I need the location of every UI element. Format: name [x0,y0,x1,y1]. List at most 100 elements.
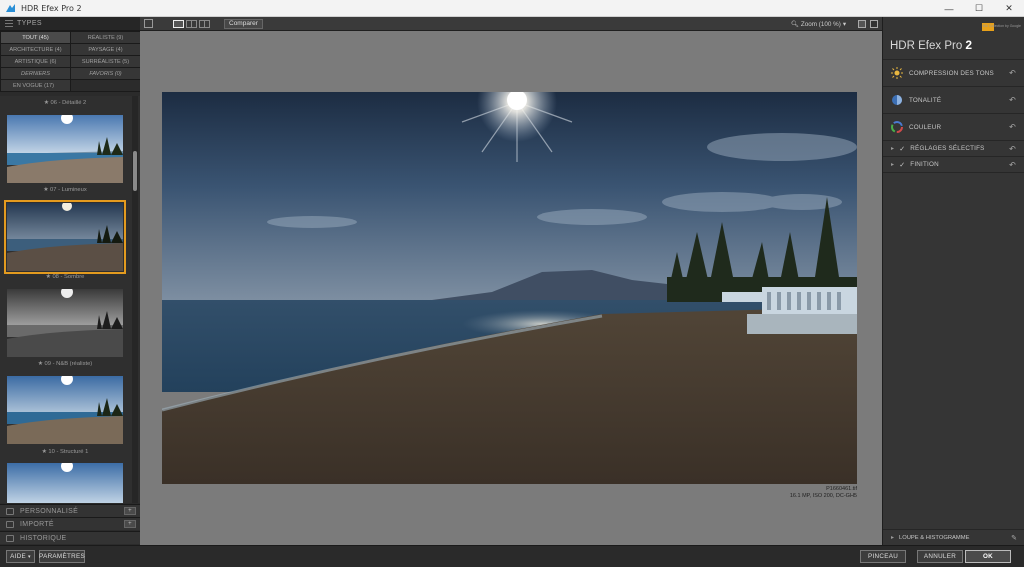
finishing-label: FINITION [910,161,939,168]
help-button[interactable]: AIDE ▾ [6,550,35,563]
app-icon [6,3,15,12]
reset-icon[interactable]: ↶ [1009,160,1016,169]
maximize-button[interactable]: ☐ [964,0,994,17]
preset-thumbnail[interactable] [7,463,123,503]
compare-button[interactable]: Comparer [224,18,263,29]
single-view-icon[interactable] [173,19,184,28]
photo-filename: P1660461.tif [826,486,857,492]
panel-toggle-icon[interactable] [870,20,878,28]
google-credit: Nik Collection by Google [982,24,1021,28]
side-by-side-view-icon[interactable] [199,19,210,28]
finishing-section[interactable]: ▸ ✓ FINITION ↶ [883,157,1024,173]
tone-compression-label: COMPRESSION DES TONS [909,69,994,77]
section-custom-label: PERSONNALISÉ [20,507,79,515]
beach-photo-image [162,92,857,484]
thumbnail-scrollbar[interactable] [132,96,138,503]
custom-icon [6,507,14,515]
category-recent[interactable]: DERNIERS [1,68,70,79]
product-title: HDR Efex Pro 2 [890,38,972,52]
history-icon [6,534,14,542]
color-section[interactable]: COULEUR ↶ [883,114,1024,141]
zoom-dropdown[interactable]: 🔍︎ Zoom (100 %) ▾ [788,19,849,29]
adjustments-panel: Nik Collection by Google HDR Efex Pro 2 … [882,17,1024,545]
add-custom-button[interactable]: + [124,507,136,515]
section-custom[interactable]: PERSONNALISÉ + [0,504,140,517]
preset-thumbnail[interactable] [7,289,123,357]
category-all[interactable]: TOUT (45) [1,32,70,43]
product-version: 2 [965,38,973,52]
check-icon[interactable]: ✓ [899,161,905,169]
zoom-icon: 🔍︎ [790,21,799,28]
chevron-right-icon[interactable]: ▸ [891,534,894,541]
presets-panel: TYPES TOUT (45) RÉALISTE (9) ARCHITECTUR… [0,17,140,545]
reset-icon[interactable]: ↶ [1009,144,1016,153]
category-grid: TOUT (45) RÉALISTE (9) ARCHITECTURE (4) … [0,31,140,92]
tonality-section[interactable]: TONALITÉ ↶ [883,87,1024,114]
preset-thumbnail-selected[interactable] [4,200,126,274]
section-history[interactable]: HISTORIQUE [0,531,140,544]
tone-compression-section[interactable]: COMPRESSION DES TONS ↶ [883,60,1024,87]
chevron-right-icon[interactable]: ▸ [891,145,894,152]
reset-icon[interactable]: ↶ [1009,96,1016,105]
category-favorites[interactable]: FAVORIS (0) [71,68,140,79]
import-icon [6,520,14,528]
photo-info: 16.1 MP, ISO 200, DC-GH5 [789,493,857,499]
section-imported-label: IMPORTÉ [20,520,54,528]
preset-preview-image [7,115,123,183]
category-realistic[interactable]: RÉALISTE (9) [71,32,140,43]
minimize-button[interactable]: — [934,0,964,17]
preset-thumbnail-list[interactable]: ★ 06 - Détaillé 2 ★ 07 - Lumineux ★ 08 -… [0,96,140,503]
sun-icon [891,67,903,79]
view-toolbar: Comparer 🔍︎ Zoom (100 %) ▾ [140,17,882,31]
split-view-icon[interactable] [186,19,197,28]
preset-preview-image [7,289,123,357]
section-history-label: HISTORIQUE [20,534,67,542]
preset-thumbnail[interactable] [7,376,123,444]
category-empty [71,80,140,91]
category-artistic[interactable]: ARTISTIQUE (6) [1,56,70,67]
close-button[interactable]: ✕ [994,0,1024,17]
preset-label: ★ 06 - Détaillé 2 [43,100,87,106]
bottom-bar: AIDE ▾ PARAMÈTRES PINCEAU ANNULER OK [0,545,1024,567]
pin-icon[interactable]: ✎ [1011,534,1017,542]
color-label: COULEUR [909,123,942,131]
ok-button[interactable]: OK [965,550,1011,563]
category-trending[interactable]: EN VOGUE (17) [1,80,70,91]
menu-icon [5,20,13,27]
zoom-value: Zoom (100 %) [800,20,841,28]
brand-header: Nik Collection by Google HDR Efex Pro 2 [883,17,1024,60]
loupe-histogram-section[interactable]: ▸ LOUPE & HISTOGRAMME ✎ [883,529,1024,545]
add-imported-button[interactable]: + [124,520,136,528]
selective-adjustments-section[interactable]: ▸ ✓ RÉGLAGES SÉLECTIFS ↶ [883,141,1024,157]
preset-preview-image [7,203,123,271]
category-landscape[interactable]: PAYSAGE (4) [71,44,140,55]
category-architecture[interactable]: ARCHITECTURE (4) [1,44,70,55]
window-titlebar: HDR Efex Pro 2 — ☐ ✕ [0,0,1024,17]
preset-thumbnail[interactable] [7,115,123,183]
loupe-histogram-label: LOUPE & HISTOGRAMME [899,534,970,541]
reset-icon[interactable]: ↶ [1009,123,1016,132]
tonality-icon [892,95,902,105]
category-surreal[interactable]: SURRÉALISTE (5) [71,56,140,67]
scrollbar-thumb[interactable] [133,151,137,191]
check-icon[interactable]: ✓ [899,145,905,153]
background-color-icon[interactable] [858,20,866,28]
settings-button[interactable]: PARAMÈTRES [39,550,85,563]
preview-photo[interactable] [162,92,857,484]
types-header[interactable]: TYPES [0,17,140,31]
preset-label: ★ 09 - N&B (réaliste) [37,361,93,367]
browser-toggle-icon[interactable] [144,19,153,28]
tonality-label: TONALITÉ [909,96,942,104]
section-imported[interactable]: IMPORTÉ + [0,517,140,530]
chevron-right-icon[interactable]: ▸ [891,161,894,168]
types-title: TYPES [17,20,42,27]
product-name: HDR Efex Pro [890,40,963,52]
preview-canvas[interactable]: P1660461.tif 16.1 MP, ISO 200, DC-GH5 [140,31,882,545]
window-title: HDR Efex Pro 2 [21,3,82,13]
chevron-down-icon: ▾ [842,20,846,28]
reset-icon[interactable]: ↶ [1009,69,1016,78]
cancel-button[interactable]: ANNULER [917,550,963,563]
help-label: AIDE [10,553,27,560]
preset-label: ★ 10 - Structuré 1 [41,449,89,455]
brush-button[interactable]: PINCEAU [860,550,906,563]
